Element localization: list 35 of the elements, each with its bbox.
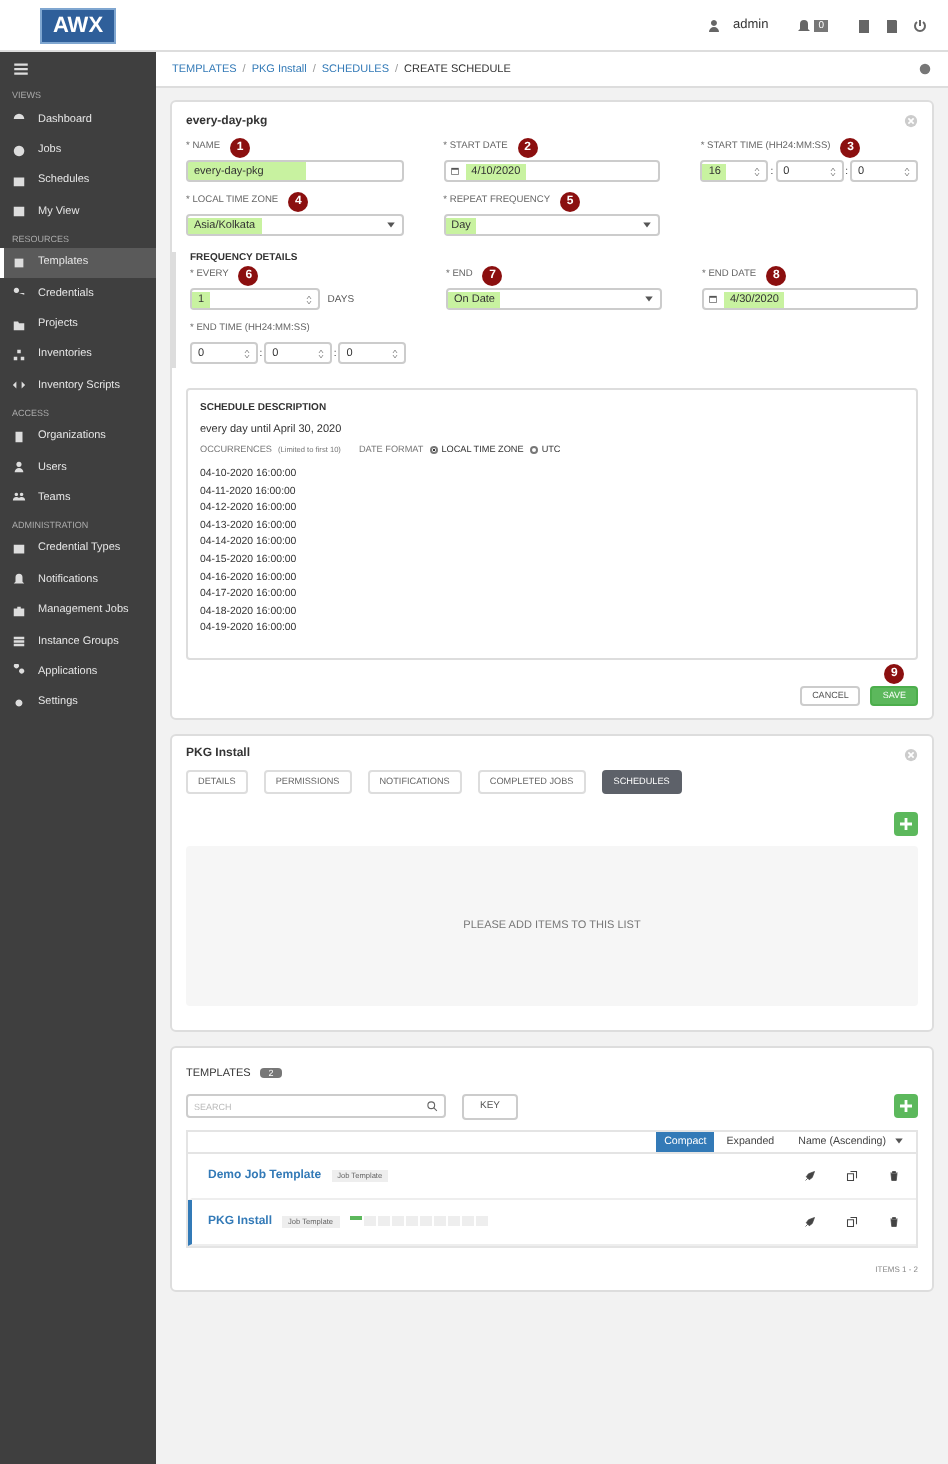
bell-icon bbox=[12, 572, 26, 587]
user-icon bbox=[12, 460, 26, 475]
logo[interactable]: AWX bbox=[40, 7, 116, 43]
user-icon bbox=[705, 17, 721, 33]
spinner-arrows-icon bbox=[305, 293, 312, 305]
caret-icon bbox=[894, 1136, 904, 1147]
power-icon[interactable] bbox=[912, 17, 928, 33]
id-card-icon bbox=[12, 541, 26, 556]
users-icon bbox=[12, 490, 26, 505]
plus-icon bbox=[898, 1098, 914, 1115]
spinner-arrows-icon bbox=[243, 347, 250, 359]
plus-icon bbox=[898, 815, 914, 832]
menu-icon[interactable] bbox=[12, 60, 30, 78]
caret-icon bbox=[642, 220, 653, 230]
spinner-arrows-icon bbox=[754, 165, 761, 177]
copy-icon[interactable] bbox=[846, 1169, 858, 1182]
job-status-strip bbox=[349, 1216, 488, 1227]
sitemap-icon bbox=[12, 347, 26, 362]
spinner-arrows-icon bbox=[829, 165, 836, 177]
search-icon bbox=[426, 1100, 438, 1113]
bell-icon[interactable] bbox=[796, 17, 813, 33]
briefcase-icon bbox=[12, 603, 26, 618]
code-icon bbox=[12, 378, 26, 393]
spinner-arrows-icon bbox=[391, 347, 398, 359]
spinner-arrows-icon bbox=[903, 165, 910, 177]
server-icon bbox=[12, 634, 26, 649]
trash-icon[interactable] bbox=[888, 1215, 900, 1228]
folder-icon bbox=[12, 317, 26, 332]
nodes-icon bbox=[12, 664, 26, 679]
gear-icon bbox=[12, 695, 26, 710]
caret-icon bbox=[644, 294, 654, 304]
caret-icon bbox=[385, 220, 396, 230]
trash-icon[interactable] bbox=[888, 1169, 900, 1182]
copy-icon[interactable] bbox=[846, 1215, 858, 1228]
spinner-arrows-icon bbox=[317, 347, 324, 359]
